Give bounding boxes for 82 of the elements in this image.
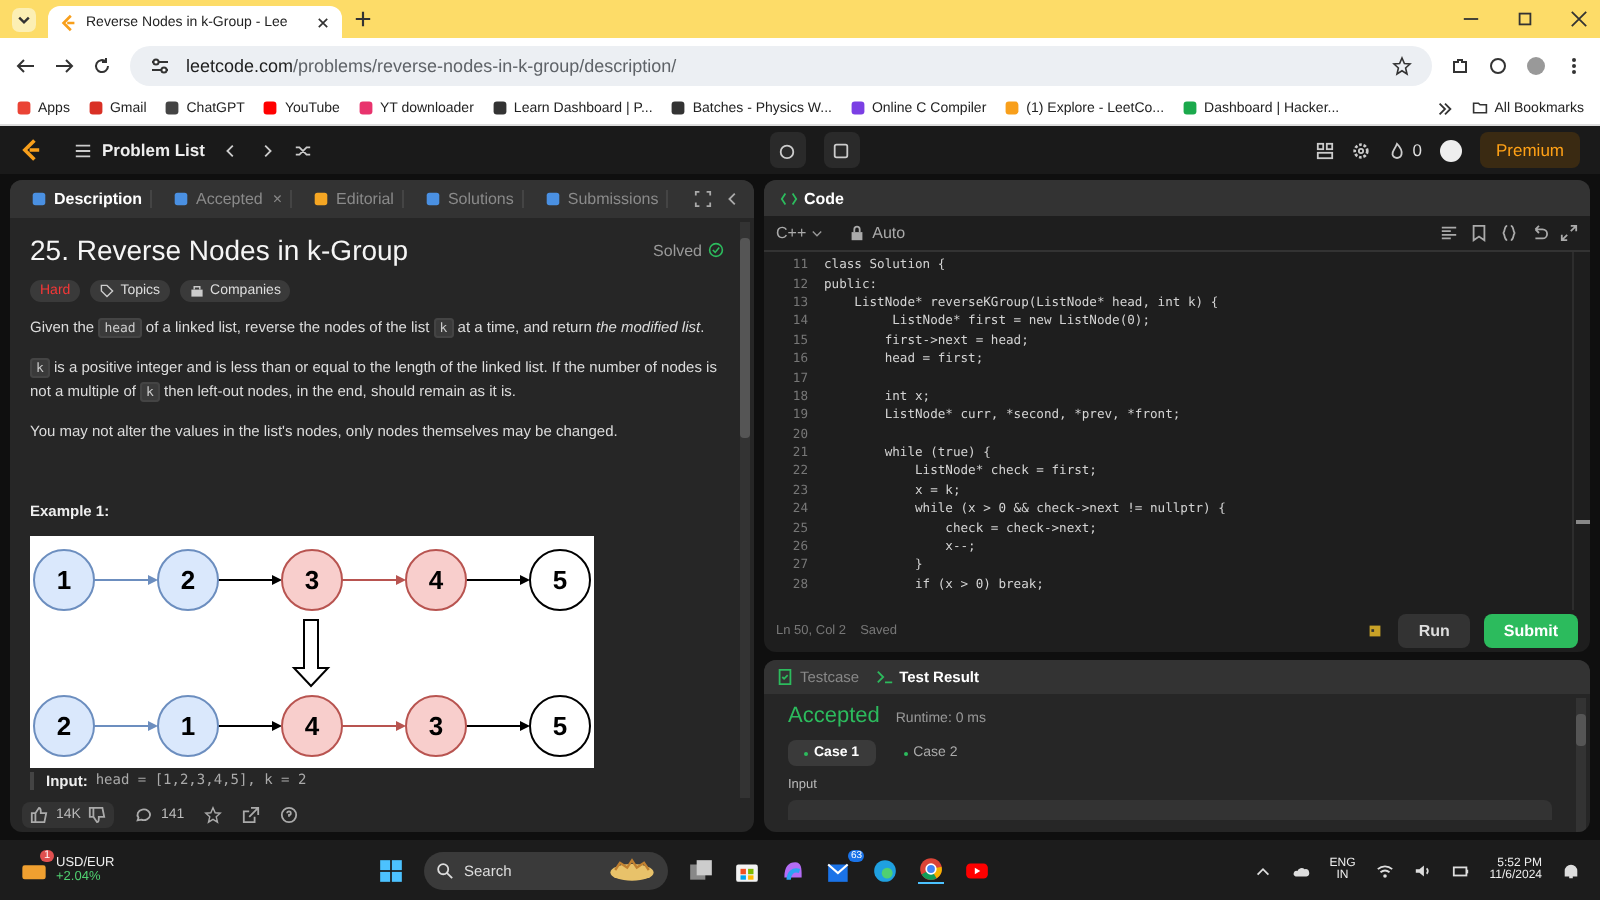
premium-button[interactable]: Premium	[1480, 132, 1581, 168]
chrome-icon[interactable]	[918, 856, 944, 884]
fullscreen-icon[interactable]	[694, 190, 712, 208]
close-icon[interactable]	[316, 15, 330, 29]
scrollbar-thumb[interactable]	[1576, 520, 1590, 524]
layout-icon[interactable]	[1316, 141, 1335, 159]
problem-title: 25. Reverse Nodes in k-Group	[30, 234, 409, 266]
star-icon[interactable]	[1392, 55, 1412, 75]
scrollbar[interactable]	[740, 222, 750, 798]
bell-icon[interactable]	[1562, 861, 1580, 879]
format-icon[interactable]	[1440, 224, 1458, 242]
url-text: leetcode.com/problems/reverse-nodes-in-k-group/description/	[186, 55, 677, 75]
linked-list-diagram-drawing: 1 2 3 4 5 2 1 4 3 5	[30, 536, 594, 768]
note-icon	[832, 141, 851, 159]
thumbs-up-icon	[30, 806, 48, 824]
terminal-icon	[875, 668, 894, 686]
task-view-icon[interactable]	[688, 857, 714, 883]
lock-icon	[848, 224, 867, 242]
panel-tab[interactable]: Editorial	[304, 190, 404, 208]
verdict-text: Accepted	[788, 704, 880, 728]
reset-icon[interactable]	[1530, 224, 1548, 242]
help-icon[interactable]	[280, 806, 299, 824]
folder-icon	[1472, 100, 1489, 116]
problem-list-label: Problem List	[102, 140, 205, 160]
forward-icon[interactable]	[54, 55, 74, 75]
pie-icon	[608, 858, 656, 882]
comment-icon	[134, 806, 153, 824]
logo-icon[interactable]	[20, 138, 44, 162]
speaker-icon[interactable]	[1413, 861, 1432, 879]
tab-label: Submissions	[567, 190, 659, 208]
panel-tab[interactable]: Description	[22, 190, 153, 208]
address-bar[interactable]: leetcode.com/problems/reverse-nodes-in-k-group/description/	[130, 45, 1432, 85]
language-dropdown[interactable]: C++	[776, 224, 825, 242]
caret-icon	[810, 226, 825, 240]
checklist-icon	[776, 668, 794, 686]
timer-button[interactable]	[769, 132, 806, 168]
bookmark-icon[interactable]	[1470, 224, 1488, 242]
list-icon	[74, 141, 92, 159]
close-tab-button[interactable]: ×	[272, 190, 283, 208]
tab-list-icon[interactable]	[12, 7, 36, 31]
search-icon	[436, 861, 454, 879]
new-tab-icon[interactable]	[354, 10, 372, 28]
briefcase-icon	[190, 284, 205, 298]
restore-icon[interactable]	[1516, 10, 1534, 28]
run-button[interactable]: Run	[1398, 614, 1470, 648]
solved-status: Solved	[653, 241, 702, 259]
more-bookmarks-icon[interactable]	[1436, 99, 1455, 117]
star-icon[interactable]	[204, 806, 223, 824]
scrollbar[interactable]	[1576, 698, 1586, 832]
panel-tab[interactable]: Accepted ×	[164, 190, 293, 208]
code-icon	[780, 189, 798, 207]
video-player-icon[interactable]	[964, 857, 990, 883]
tag-icon	[100, 284, 115, 298]
battery-icon[interactable]	[1451, 861, 1470, 879]
site-info-icon[interactable]	[150, 55, 170, 75]
braces-icon[interactable]	[1500, 224, 1518, 242]
check-circle-icon	[708, 242, 724, 258]
wifi-icon[interactable]	[1375, 861, 1394, 879]
settings-icon[interactable]	[1352, 141, 1371, 159]
tab-label: Accepted	[196, 190, 263, 208]
back-icon[interactable]	[16, 55, 36, 75]
reload-icon[interactable]	[92, 55, 112, 75]
edge-icon[interactable]	[872, 857, 898, 883]
shuffle-icon[interactable]	[294, 141, 313, 159]
avatar-icon[interactable]	[1440, 139, 1462, 161]
panel-tab[interactable]: Submissions	[535, 190, 669, 208]
tab-label: Solutions	[447, 190, 514, 208]
mode-label: Auto	[872, 224, 906, 242]
logo-icon	[60, 13, 78, 31]
notes-button[interactable]	[823, 132, 860, 168]
problem-list-link[interactable]: Problem List	[74, 140, 205, 160]
expand-icon[interactable]	[1560, 224, 1578, 242]
tab-label: Description	[54, 190, 143, 208]
copilot-icon[interactable]	[780, 857, 806, 883]
panel-title: Code	[804, 189, 844, 207]
close-icon[interactable]	[1570, 10, 1588, 28]
dislike-icon[interactable]	[88, 806, 107, 824]
panel-tab[interactable]: Solutions	[415, 190, 524, 208]
share-icon[interactable]	[242, 806, 261, 824]
windows-start-icon[interactable]	[378, 857, 404, 883]
streak-count: 0	[1412, 140, 1422, 160]
tab-label: Editorial	[336, 190, 394, 208]
